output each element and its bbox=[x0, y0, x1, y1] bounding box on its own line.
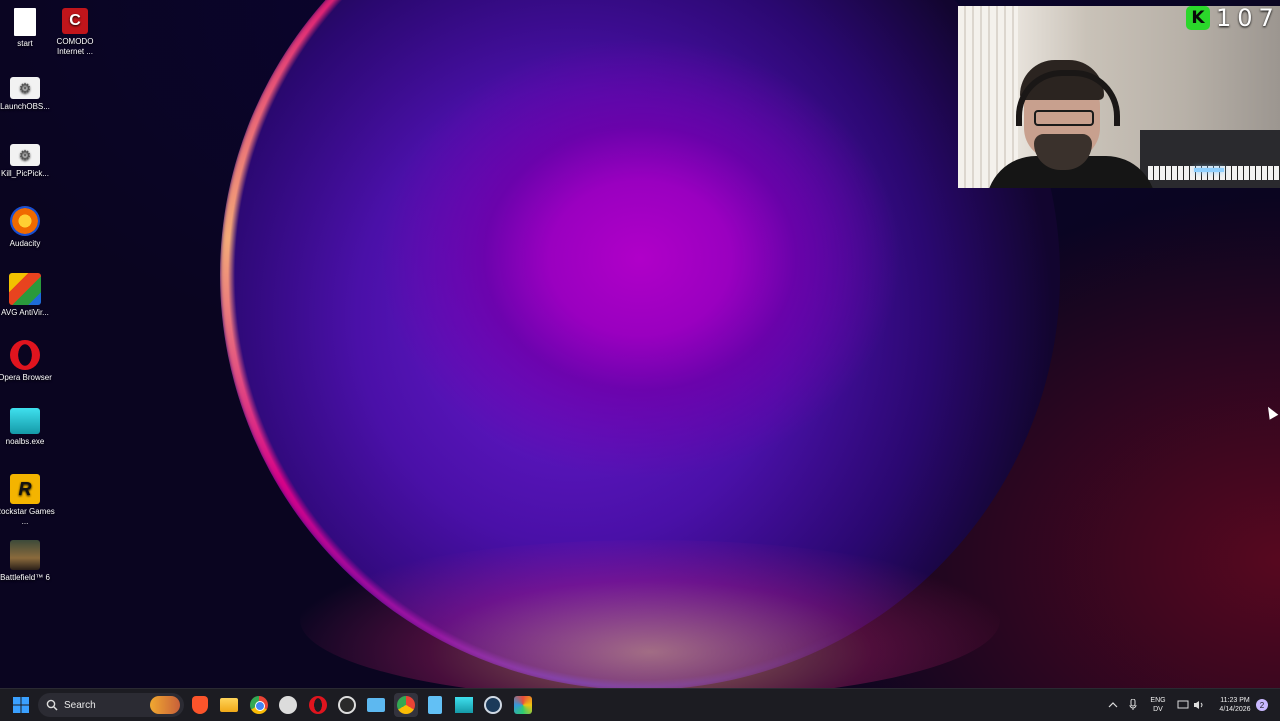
color-app-icon bbox=[514, 696, 532, 714]
tray-microphone[interactable] bbox=[1124, 693, 1142, 717]
tray-language[interactable]: ENG DV bbox=[1146, 696, 1170, 714]
search-icon bbox=[46, 699, 58, 711]
taskbar-chrome[interactable] bbox=[247, 693, 271, 717]
taskbar-color-app[interactable] bbox=[511, 693, 535, 717]
obs-icon bbox=[279, 696, 297, 714]
webcam-person-glasses bbox=[1034, 110, 1094, 126]
wallpaper-orb-glow bbox=[300, 540, 1000, 688]
tray-volume[interactable] bbox=[1190, 693, 1208, 717]
taskbar-obs-studio[interactable] bbox=[335, 693, 359, 717]
desktop-icon-label: Rockstar Games ... bbox=[0, 507, 55, 526]
obs-studio-icon bbox=[338, 696, 356, 714]
desktop-icon-avg[interactable]: AVG AntiVir... bbox=[0, 273, 55, 318]
windows-start-button[interactable] bbox=[9, 693, 33, 717]
chrome-icon bbox=[250, 696, 268, 714]
audacity-icon bbox=[10, 206, 40, 236]
search-highlight-icon bbox=[150, 696, 180, 714]
notification-badge[interactable]: 2 bbox=[1256, 699, 1268, 711]
desktop-icon-audacity[interactable]: Audacity bbox=[0, 206, 55, 249]
taskbar-noalbs[interactable] bbox=[452, 693, 476, 717]
clock-time: 11:23 PM bbox=[1220, 697, 1250, 704]
webcam-keyboard-light bbox=[1194, 168, 1224, 172]
desktop-icon-label: Kill_PicPick... bbox=[0, 169, 49, 178]
desktop-icon-label: LaunchOBS... bbox=[0, 102, 50, 111]
taskbar-opera[interactable] bbox=[306, 693, 330, 717]
viewer-count: 107 bbox=[1216, 4, 1280, 32]
rockstar-icon: R bbox=[10, 474, 40, 504]
tray-overflow-button[interactable] bbox=[1104, 693, 1122, 717]
desktop-icon-noalbs[interactable]: noalbs.exe bbox=[0, 408, 55, 447]
desktop-icon-label: noalbs.exe bbox=[5, 437, 45, 446]
microphone-icon bbox=[1129, 699, 1137, 710]
desktop-icon-label: Audacity bbox=[9, 239, 41, 248]
desktop-icon-label: Battlefield™ 6 bbox=[0, 573, 50, 582]
opera-icon bbox=[309, 696, 327, 714]
chevron-up-icon bbox=[1108, 702, 1118, 708]
desktop-icon-label: COMODO Internet ... bbox=[56, 37, 94, 56]
desktop-icon-label: Opera Browser bbox=[0, 373, 52, 382]
taskbar-search-box[interactable]: Search bbox=[38, 693, 184, 717]
language-code: ENG bbox=[1150, 697, 1166, 704]
notepad-icon bbox=[428, 696, 442, 714]
tray-clock[interactable]: 11:23 PM 4/14/2026 bbox=[1212, 696, 1258, 714]
mail-icon bbox=[367, 698, 385, 712]
settings-shortcut-icon: ⚙ bbox=[10, 144, 40, 166]
taskbar-mail[interactable] bbox=[364, 693, 388, 717]
desktop-icon-label: AVG AntiVir... bbox=[1, 308, 49, 317]
chrome-active-icon bbox=[397, 696, 415, 714]
webcam-overlay bbox=[958, 6, 1280, 188]
keyboard-layout: DV bbox=[1153, 706, 1163, 713]
brave-icon bbox=[192, 696, 208, 714]
settings-shortcut-icon: ⚙ bbox=[10, 77, 40, 99]
avg-icon bbox=[9, 273, 41, 305]
taskbar-obs[interactable] bbox=[276, 693, 300, 717]
taskbar-file-explorer[interactable] bbox=[217, 693, 241, 717]
opera-icon bbox=[10, 340, 40, 370]
file-icon bbox=[14, 8, 36, 36]
desktop-icon-rockstar[interactable]: R Rockstar Games ... bbox=[0, 474, 55, 527]
desktop-icon-battlefield[interactable]: Battlefield™ 6 bbox=[0, 540, 55, 583]
battlefield-icon bbox=[10, 540, 40, 570]
clock-date: 4/14/2026 bbox=[1219, 706, 1251, 713]
kick-viewer-counter: K 107 bbox=[1186, 4, 1280, 32]
taskbar-brave[interactable] bbox=[188, 693, 212, 717]
comodo-icon: C bbox=[62, 8, 88, 34]
taskbar-steam[interactable] bbox=[481, 693, 505, 717]
network-icon bbox=[1177, 700, 1189, 709]
desktop-icon-kill-picpick[interactable]: ⚙ Kill_PicPick... bbox=[0, 144, 55, 179]
kick-badge-icon: K bbox=[1186, 6, 1210, 30]
noalbs-icon bbox=[455, 697, 473, 713]
speaker-icon bbox=[1194, 701, 1203, 709]
windows-start-icon bbox=[13, 697, 29, 713]
taskbar-notepad[interactable] bbox=[423, 693, 447, 717]
desktop-icon-opera[interactable]: Opera Browser bbox=[0, 340, 55, 383]
steam-icon bbox=[484, 696, 502, 714]
webcam-window-blind bbox=[958, 6, 1018, 188]
noalbs-icon bbox=[10, 408, 40, 434]
desktop-icon-launchobs[interactable]: ⚙ LaunchOBS... bbox=[0, 77, 55, 112]
file-explorer-icon bbox=[220, 698, 238, 712]
search-label: Search bbox=[64, 699, 96, 711]
taskbar-chrome-active[interactable] bbox=[394, 693, 418, 717]
taskbar: Search ENG DV 11:23 PM 4/14/2026 2 bbox=[0, 688, 1280, 721]
desktop-icon-comodo[interactable]: C COMODO Internet ... bbox=[45, 8, 105, 57]
